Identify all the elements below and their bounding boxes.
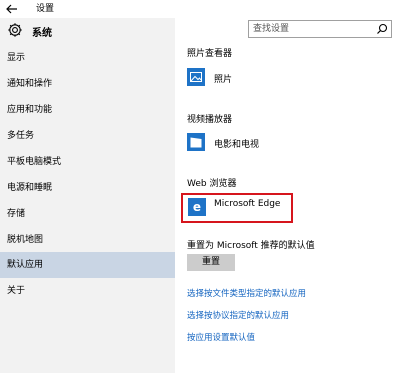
sidebar-item-storage[interactable]: 存储 xyxy=(0,201,175,227)
reset-button[interactable]: 重置 xyxy=(187,254,235,271)
edge-app-tile[interactable]: e xyxy=(188,198,206,216)
gear-icon xyxy=(8,23,22,37)
sidebar: 系统 显示 通知和操作 应用和功能 多任务 平板电脑模式 电源和睡眠 存储 脱机… xyxy=(0,18,175,373)
sidebar-item-label: 多任务 xyxy=(7,131,35,141)
video-player-heading: 视频播放器 xyxy=(187,115,233,125)
back-button[interactable] xyxy=(4,1,20,17)
sidebar-item-label: 应用和功能 xyxy=(7,105,53,115)
title-bar: 设置 xyxy=(0,0,400,18)
sidebar-header: 系统 xyxy=(0,18,175,42)
clapperboard-icon xyxy=(190,137,202,147)
sidebar-item-default-apps[interactable]: 默认应用 xyxy=(0,252,175,278)
photos-app-tile[interactable] xyxy=(187,68,205,86)
photo-icon xyxy=(190,72,202,82)
sidebar-item-offline-maps[interactable]: 脱机地图 xyxy=(0,227,175,253)
sidebar-item-label: 通知和操作 xyxy=(7,79,53,89)
sidebar-item-notifications[interactable]: 通知和操作 xyxy=(0,71,175,97)
sidebar-item-display[interactable]: 显示 xyxy=(0,45,175,71)
sidebar-title: 系统 xyxy=(32,28,52,39)
web-browser-heading: Web 浏览器 xyxy=(187,179,237,189)
edge-app-name[interactable]: Microsoft Edge xyxy=(214,199,280,209)
sidebar-item-label: 显示 xyxy=(7,53,26,63)
choose-by-file-type-link[interactable]: 选择按文件类型指定的默认应用 xyxy=(187,287,306,299)
search-input[interactable] xyxy=(251,21,375,37)
movies-tv-app-tile[interactable] xyxy=(187,133,205,151)
search-icon[interactable] xyxy=(376,23,388,35)
window-title: 设置 xyxy=(36,4,55,14)
reset-heading: 重置为 Microsoft 推荐的默认值 xyxy=(187,241,315,251)
sidebar-item-power-sleep[interactable]: 电源和睡眠 xyxy=(0,175,175,201)
edge-logo-icon: e xyxy=(192,200,202,214)
set-defaults-by-app-link[interactable]: 按应用设置默认值 xyxy=(187,331,255,343)
back-arrow-icon xyxy=(6,4,17,14)
sidebar-item-label: 电源和睡眠 xyxy=(7,183,53,193)
sidebar-item-about[interactable]: 关于 xyxy=(0,278,175,304)
sidebar-item-label: 平板电脑模式 xyxy=(7,157,62,167)
photos-app-name[interactable]: 照片 xyxy=(214,72,232,85)
sidebar-item-multitasking[interactable]: 多任务 xyxy=(0,123,175,149)
sidebar-item-label: 存储 xyxy=(7,209,26,219)
sidebar-item-label: 默认应用 xyxy=(7,260,44,270)
search-box[interactable] xyxy=(248,20,392,38)
choose-by-protocol-link[interactable]: 选择按协议指定的默认应用 xyxy=(187,309,289,321)
sidebar-item-label: 关于 xyxy=(7,286,26,296)
photo-viewer-heading: 照片查看器 xyxy=(187,49,233,59)
sidebar-item-label: 脱机地图 xyxy=(7,235,44,245)
movies-tv-app-name[interactable]: 电影和电视 xyxy=(214,137,259,150)
sidebar-item-tablet-mode[interactable]: 平板电脑模式 xyxy=(0,149,175,175)
settings-window: 设置 系统 显示 通知和操作 应用和功能 多任务 平板电脑模式 电源和睡眠 存储… xyxy=(0,0,400,373)
sidebar-item-apps-features[interactable]: 应用和功能 xyxy=(0,97,175,123)
